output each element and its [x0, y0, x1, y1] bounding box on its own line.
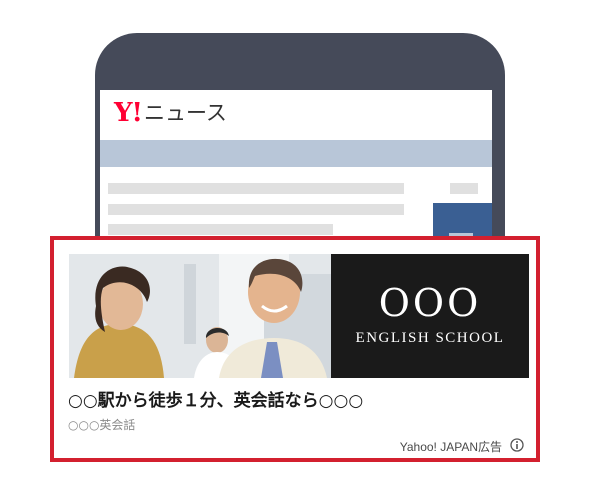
text-placeholder-line: [108, 204, 404, 215]
ad-photo-illustration: [69, 254, 331, 378]
photo-two-people-icon[interactable]: [69, 254, 331, 378]
text-placeholder-line: [108, 224, 333, 235]
ad-advertiser: ○○○英会話: [68, 418, 136, 432]
native-ad-card[interactable]: OOO ENGLISH SCHOOL ○○駅から徒歩１分、英会話なら○○○ ○○…: [50, 236, 540, 462]
text-placeholder-line: [450, 183, 478, 194]
nav-bar-placeholder: [100, 140, 492, 167]
info-icon[interactable]: [510, 438, 524, 452]
ad-label: Yahoo! JAPAN広告: [399, 440, 502, 454]
yahoo-news-logo[interactable]: Y! ニュース: [114, 98, 227, 128]
ad-title[interactable]: ○○駅から徒歩１分、英会話なら○○○: [68, 386, 363, 411]
app-header: Y! ニュース: [100, 90, 492, 140]
school-logo-panel[interactable]: OOO ENGLISH SCHOOL: [331, 254, 529, 378]
phone-screen: Y! ニュース: [100, 90, 492, 250]
school-logo-subtitle: ENGLISH SCHOOL: [355, 330, 505, 346]
text-placeholder-line: [108, 183, 404, 194]
logo-brand: Y!: [114, 98, 143, 128]
school-logo-text: OOO: [378, 281, 482, 325]
logo-title: ニュース: [143, 101, 227, 125]
